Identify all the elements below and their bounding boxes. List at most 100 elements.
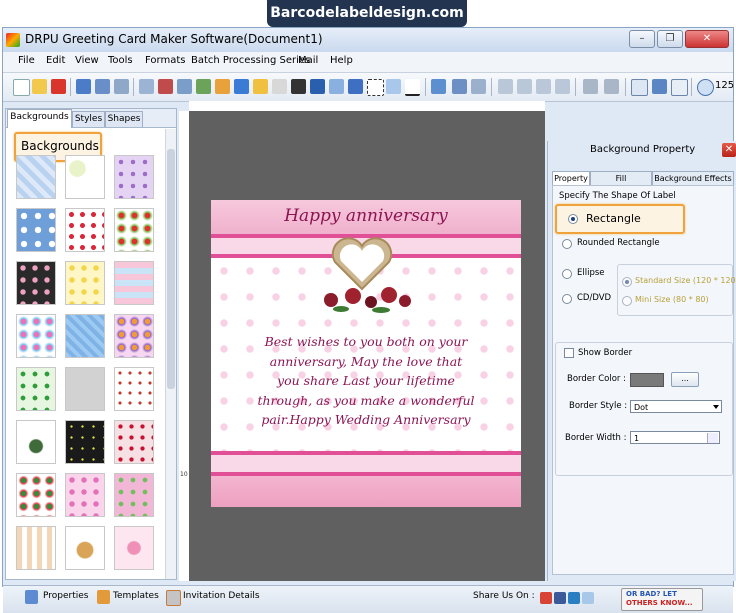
background-thumbnail[interactable] bbox=[16, 261, 56, 305]
properties-tab[interactable]: Properties bbox=[43, 591, 88, 601]
tab-backgrounds[interactable]: Backgrounds bbox=[7, 109, 72, 128]
background-thumbnail[interactable] bbox=[114, 261, 154, 305]
wordart-icon[interactable] bbox=[329, 79, 344, 94]
menu-tools[interactable]: Tools bbox=[108, 55, 133, 66]
google-plus-icon[interactable] bbox=[540, 592, 552, 604]
ellipse-radio[interactable] bbox=[562, 269, 572, 279]
fit-page-icon[interactable] bbox=[671, 79, 688, 96]
line-icon[interactable] bbox=[405, 79, 420, 96]
templates-tab[interactable]: Templates bbox=[113, 591, 159, 601]
grid-icon[interactable] bbox=[631, 79, 648, 96]
background-thumbnail[interactable] bbox=[16, 473, 56, 517]
image-icon[interactable] bbox=[196, 79, 211, 94]
print-preview-icon[interactable] bbox=[177, 79, 192, 94]
mail-icon[interactable] bbox=[386, 79, 401, 94]
undo-icon[interactable] bbox=[452, 79, 467, 94]
background-thumbnail[interactable] bbox=[16, 155, 56, 199]
background-thumbnail[interactable] bbox=[114, 314, 154, 358]
cut-icon[interactable] bbox=[498, 79, 513, 94]
export-icon[interactable] bbox=[114, 79, 129, 94]
rectangle-radio[interactable] bbox=[568, 214, 578, 224]
redo-icon[interactable] bbox=[471, 79, 486, 94]
background-thumbnail[interactable] bbox=[114, 367, 154, 411]
background-thumbnail[interactable] bbox=[65, 314, 105, 358]
select-icon[interactable] bbox=[367, 79, 384, 96]
tab-shapes[interactable]: Shapes bbox=[105, 111, 143, 127]
send-back-icon[interactable] bbox=[604, 79, 619, 94]
save-as-icon[interactable] bbox=[95, 79, 110, 94]
feedback-button[interactable]: OR BAD? LET OTHERS KNOW... bbox=[621, 588, 703, 611]
watermark-icon[interactable] bbox=[272, 79, 287, 94]
panel-close-button[interactable]: ✕ bbox=[722, 143, 736, 157]
standard-size-radio[interactable] bbox=[622, 277, 632, 287]
new-icon[interactable] bbox=[13, 79, 30, 96]
stepper-arrows-icon[interactable] bbox=[707, 433, 718, 443]
bring-front-icon[interactable] bbox=[583, 79, 598, 94]
background-thumbnail[interactable] bbox=[114, 473, 154, 517]
cd-dvd-radio[interactable] bbox=[562, 294, 572, 304]
rounded-rectangle-radio[interactable] bbox=[562, 239, 572, 249]
background-thumbnail[interactable] bbox=[65, 526, 105, 570]
minimize-button[interactable]: – bbox=[629, 30, 655, 48]
share-icon[interactable] bbox=[582, 592, 594, 604]
background-thumbnail[interactable] bbox=[16, 420, 56, 464]
tab-fill-background[interactable]: Fill Background bbox=[590, 171, 652, 196]
background-thumbnail[interactable] bbox=[114, 208, 154, 252]
facebook-icon[interactable] bbox=[554, 592, 566, 604]
delete-icon[interactable] bbox=[555, 79, 570, 94]
menu-edit[interactable]: Edit bbox=[46, 55, 65, 66]
border-style-select[interactable]: Dot bbox=[630, 400, 722, 413]
scrollbar-thumb[interactable] bbox=[167, 149, 175, 389]
tab-property[interactable]: Property bbox=[552, 171, 590, 186]
menu-view[interactable]: View bbox=[75, 55, 99, 66]
menu-mail[interactable]: Mail bbox=[298, 55, 318, 66]
invitation-details-tab[interactable]: Invitation Details bbox=[183, 591, 260, 601]
tab-background-effects[interactable]: Background Effects bbox=[652, 171, 734, 186]
symbol-icon[interactable] bbox=[348, 79, 363, 94]
background-thumbnail[interactable] bbox=[65, 473, 105, 517]
menu-help[interactable]: Help bbox=[330, 55, 353, 66]
open-icon[interactable] bbox=[32, 79, 47, 94]
menu-batch-processing-series[interactable]: Batch Processing Series bbox=[191, 55, 310, 66]
database-icon[interactable] bbox=[431, 79, 446, 94]
card-message[interactable]: Best wishes to you both on your annivers… bbox=[231, 332, 501, 430]
close-button[interactable]: ✕ bbox=[685, 30, 729, 48]
background-thumbnail[interactable] bbox=[16, 367, 56, 411]
mini-size-radio[interactable] bbox=[622, 296, 632, 306]
border-color-picker-button[interactable]: ... bbox=[671, 372, 699, 387]
background-thumbnail[interactable] bbox=[16, 208, 56, 252]
background-thumbnail[interactable] bbox=[65, 208, 105, 252]
background-thumbnail[interactable] bbox=[65, 420, 105, 464]
paste-icon[interactable] bbox=[536, 79, 551, 94]
thumbnail-scrollbar[interactable] bbox=[165, 129, 176, 579]
background-thumbnail[interactable] bbox=[114, 526, 154, 570]
table-icon[interactable] bbox=[652, 79, 667, 94]
background-thumbnail[interactable] bbox=[16, 526, 56, 570]
tab-styles[interactable]: Styles bbox=[72, 111, 105, 127]
download-icon[interactable] bbox=[234, 79, 249, 94]
background-thumbnail[interactable] bbox=[16, 314, 56, 358]
menu-formats[interactable]: Formats bbox=[145, 55, 185, 66]
barcode-icon[interactable] bbox=[291, 79, 306, 94]
print-icon[interactable] bbox=[158, 79, 173, 94]
card-title[interactable]: Happy anniversary bbox=[211, 206, 521, 226]
greeting-card[interactable]: Happy anniversary Best wishes to you bot… bbox=[211, 200, 521, 507]
zoom-icon[interactable] bbox=[697, 79, 714, 96]
pencil-icon[interactable] bbox=[215, 79, 230, 94]
background-thumbnail[interactable] bbox=[65, 261, 105, 305]
show-border-checkbox[interactable] bbox=[564, 348, 574, 358]
background-thumbnail[interactable] bbox=[65, 367, 105, 411]
background-thumbnail[interactable] bbox=[114, 420, 154, 464]
close-doc-icon[interactable] bbox=[51, 79, 66, 94]
copy-icon[interactable] bbox=[517, 79, 532, 94]
menu-file[interactable]: File bbox=[18, 55, 35, 66]
save-icon[interactable] bbox=[76, 79, 91, 94]
background-thumbnail[interactable] bbox=[65, 155, 105, 199]
page-setup-icon[interactable] bbox=[139, 79, 154, 94]
maximize-button[interactable]: ❐ bbox=[657, 30, 683, 48]
twitter-icon[interactable] bbox=[568, 592, 580, 604]
picture-icon[interactable] bbox=[253, 79, 268, 94]
background-thumbnail[interactable] bbox=[114, 155, 154, 199]
text-icon[interactable] bbox=[310, 79, 325, 94]
border-color-swatch[interactable] bbox=[630, 373, 664, 387]
